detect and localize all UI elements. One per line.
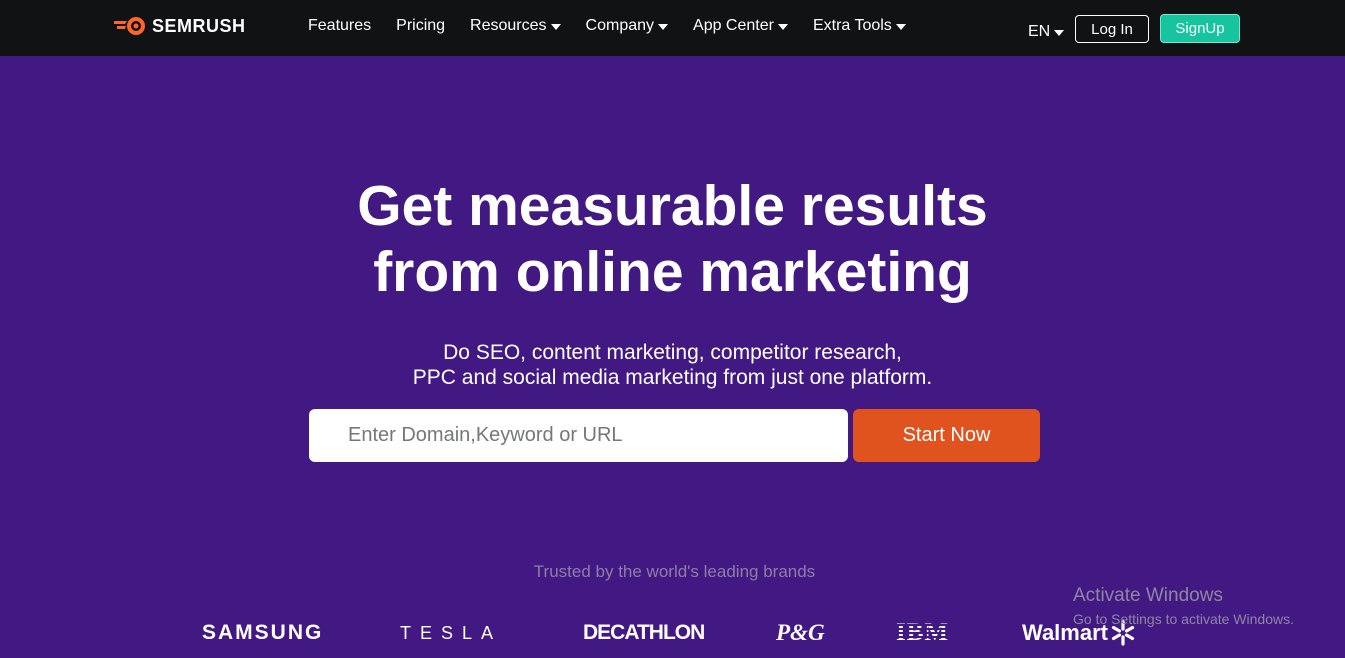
login-button[interactable]: Log In [1075, 15, 1149, 43]
language-label: EN [1028, 23, 1051, 40]
caret-down-icon [777, 24, 788, 30]
activate-windows-title: Activate Windows [1073, 585, 1223, 606]
activate-windows-subtitle: Go to Settings to activate Windows. [1073, 611, 1294, 627]
nav-company-label: Company [585, 17, 655, 34]
nav-app-center-label: App Center [693, 17, 774, 34]
logo-text: SEMRUSH [152, 15, 246, 36]
nav-pricing[interactable]: Pricing [396, 17, 445, 35]
semrush-logo[interactable]: SEMRUSH [112, 14, 246, 38]
hero-subtext-line-1: Do SEO, content marketing, competitor re… [443, 341, 902, 364]
nav-features-label: Features [308, 17, 372, 34]
pg-logo: P&G [776, 620, 825, 645]
main-nav: Features Pricing Resources Company App C… [308, 17, 931, 35]
semrush-flame-icon [114, 17, 145, 35]
nav-extra-tools[interactable]: Extra Tools [813, 17, 906, 35]
trusted-heading: Trusted by the world's leading brands [533, 562, 816, 581]
nav-extra-tools-label: Extra Tools [812, 17, 892, 34]
nav-company[interactable]: Company [585, 17, 669, 35]
tesla-logo: TESLA [400, 622, 503, 643]
start-now-button[interactable]: Start Now [853, 409, 1040, 462]
activate-windows-watermark: Activate Windows Go to Settings to activ… [1073, 585, 1294, 627]
signup-button[interactable]: SignUp [1160, 14, 1240, 43]
nav-resources[interactable]: Resources [470, 17, 561, 35]
decathlon-logo: DECATHLON [583, 621, 705, 644]
nav-app-center[interactable]: App Center [693, 17, 788, 35]
hero-headline: Get measurable results from online marke… [0, 173, 1345, 305]
hero-subtext: Do SEO, content marketing, competitor re… [0, 340, 1345, 390]
caret-down-icon [658, 24, 669, 30]
caret-down-icon [1054, 30, 1065, 36]
samsung-logo: SAMSUNG [202, 621, 324, 644]
nav-pricing-label: Pricing [396, 17, 446, 34]
caret-down-icon [550, 24, 561, 30]
ibm-logo: IBM [896, 619, 949, 646]
top-navigation-bar: SEMRUSH Features Pricing Resources Compa… [0, 0, 1345, 56]
language-selector[interactable]: EN [1028, 23, 1065, 41]
nav-features[interactable]: Features [308, 17, 371, 35]
hero-headline-line-1: Get measurable results [357, 174, 988, 238]
hero-headline-line-2: from online marketing [373, 240, 972, 304]
caret-down-icon [895, 24, 906, 30]
hero-subtext-line-2: PPC and social media marketing from just… [412, 366, 933, 389]
domain-search-input[interactable] [309, 409, 848, 462]
nav-resources-label: Resources [470, 17, 547, 34]
